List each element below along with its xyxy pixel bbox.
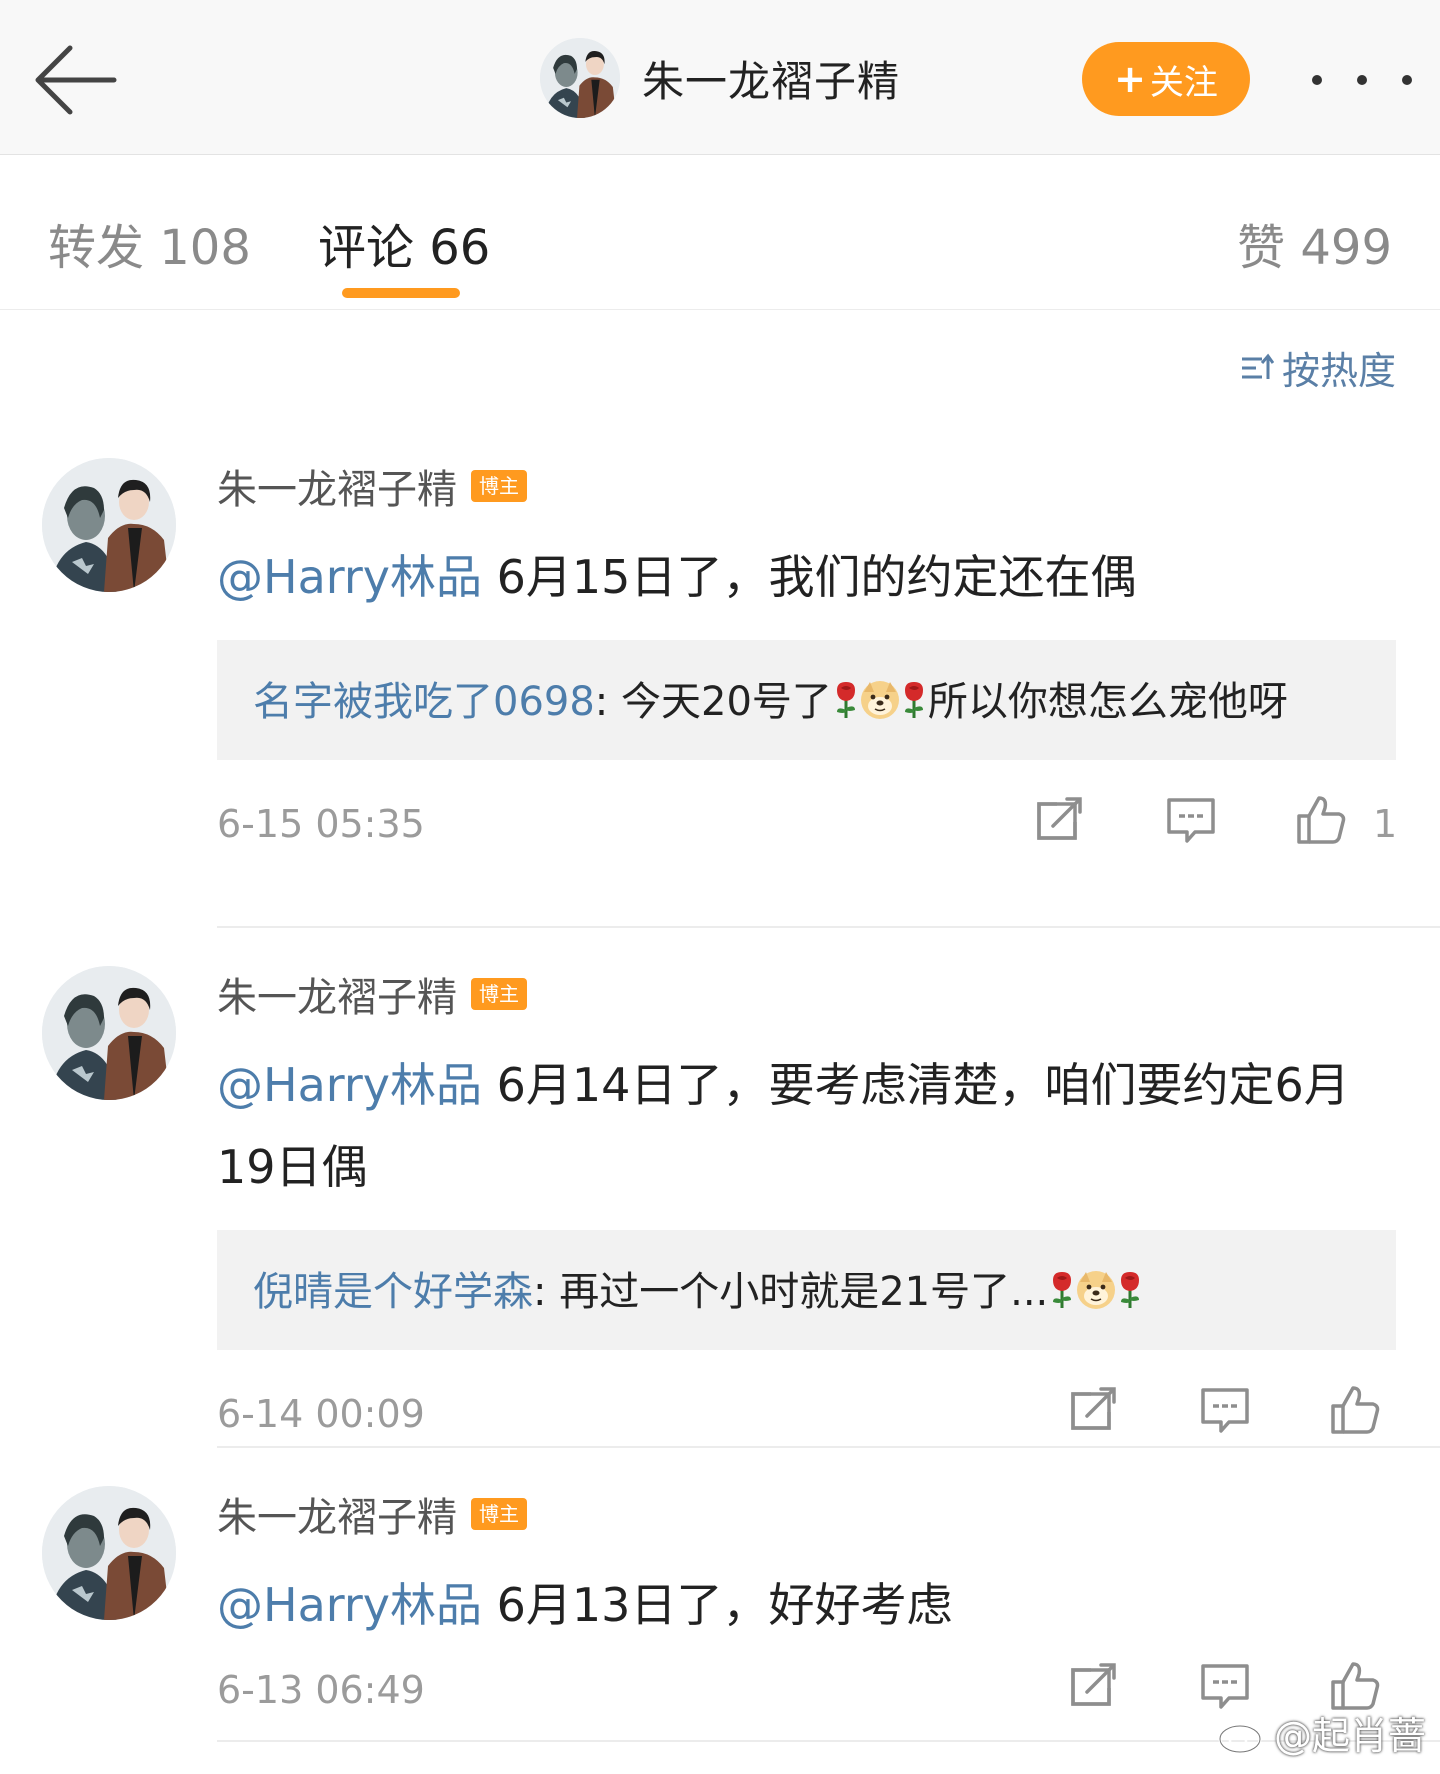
weibo-logo-icon <box>1218 1715 1268 1753</box>
tab-repost[interactable]: 转发 108 <box>48 208 251 278</box>
reply-author[interactable]: 名字被我吃了0698 <box>253 679 595 725</box>
watermark: @起肖蔷 <box>1216 1705 1426 1760</box>
tab-like[interactable]: 赞 499 <box>1237 208 1392 278</box>
tab-active-indicator <box>342 288 460 298</box>
avatar[interactable] <box>42 458 176 592</box>
avatar[interactable] <box>540 38 620 118</box>
share-icon[interactable] <box>1033 794 1085 846</box>
rose-emoji-icon <box>1051 1270 1073 1310</box>
share-icon[interactable] <box>1067 1384 1119 1436</box>
comment-text: @Harry林品 6月13日了，好好考虑 <box>217 1578 953 1632</box>
like-icon[interactable] <box>1329 1384 1381 1436</box>
plus-icon: + <box>1114 57 1146 101</box>
comment-time: 6-15 05:35 <box>217 802 425 846</box>
author-badge: 博主 <box>471 1498 527 1530</box>
author-badge: 博主 <box>471 470 527 502</box>
avatar[interactable] <box>42 1486 176 1620</box>
author-badge: 博主 <box>471 978 527 1010</box>
mention-link[interactable]: @Harry林品 <box>217 1578 482 1632</box>
reply-text: 再过一个小时就是21号了... <box>559 1269 1049 1315</box>
comment-text: @Harry林品 6月15日了，我们的约定还在偶 <box>217 550 1137 604</box>
tab-bar: 转发 108 评论 66 赞 499 <box>0 156 1440 310</box>
comment-text: @Harry林品 6月14日了，要考虑清楚，咱们要约定6月19日偶 <box>217 1058 1350 1194</box>
follow-button[interactable]: + 关注 <box>1082 42 1250 116</box>
comment-icon[interactable] <box>1165 794 1217 846</box>
back-arrow-icon[interactable] <box>30 40 120 120</box>
page-title: 朱一龙褶子精 <box>642 56 901 106</box>
comment-time: 6-13 06:49 <box>217 1668 425 1712</box>
doge-emoji-icon <box>1076 1270 1117 1310</box>
top-bar: 朱一龙褶子精 + 关注 <box>0 0 1440 155</box>
comment-author[interactable]: 朱一龙褶子精 <box>217 457 457 515</box>
rose-emoji-icon <box>1119 1270 1141 1310</box>
reply-text-after: 所以你想怎么宠他呀 <box>927 679 1288 725</box>
reply-author[interactable]: 倪晴是个好学森 <box>253 1269 533 1315</box>
comment-body: 朱一龙褶子精 博主 @Harry林品 6月14日了，要考虑清楚，咱们要约定6月1… <box>217 966 1396 1444</box>
rose-emoji-icon <box>835 680 857 720</box>
sort-toggle[interactable]: 按热度 <box>1240 340 1396 395</box>
share-icon[interactable] <box>1067 1660 1119 1712</box>
avatar[interactable] <box>42 966 176 1100</box>
watermark-text: @起肖蔷 <box>1273 1714 1426 1758</box>
comment-time: 6-14 00:09 <box>217 1392 425 1436</box>
profile-header[interactable]: 朱一龙褶子精 <box>540 36 900 120</box>
comment-body: 朱一龙褶子精 博主 @Harry林品 6月13日了，好好考虑 6-13 06:4… <box>217 1486 1396 1720</box>
comment-author[interactable]: 朱一龙褶子精 <box>217 1485 457 1543</box>
reply-text: 今天20号了 <box>621 679 832 725</box>
like-count: 1 <box>1373 802 1398 846</box>
follow-label: 关注 <box>1149 62 1218 103</box>
reply-preview[interactable]: 名字被我吃了0698: 今天20号了 所以你想怎么宠他呀 <box>217 640 1396 760</box>
mention-link[interactable]: @Harry林品 <box>217 1058 482 1112</box>
divider <box>217 926 1440 928</box>
rose-emoji-icon <box>903 680 925 720</box>
sort-icon <box>1241 353 1274 379</box>
divider <box>217 1446 1440 1448</box>
comment-body: 朱一龙褶子精 博主 @Harry林品 6月15日了，我们的约定还在偶 名字被我吃… <box>217 457 1398 854</box>
sort-label: 按热度 <box>1281 349 1396 393</box>
more-options-icon[interactable] <box>1312 60 1412 100</box>
tab-comment[interactable]: 评论 66 <box>318 208 490 278</box>
comment-author[interactable]: 朱一龙褶子精 <box>217 965 457 1023</box>
mention-link[interactable]: @Harry林品 <box>217 550 482 604</box>
reply-preview[interactable]: 倪晴是个好学森: 再过一个小时就是21号了... <box>217 1230 1396 1350</box>
doge-emoji-icon <box>860 680 900 720</box>
comment-icon[interactable] <box>1199 1384 1251 1436</box>
like-icon[interactable] <box>1295 794 1347 846</box>
